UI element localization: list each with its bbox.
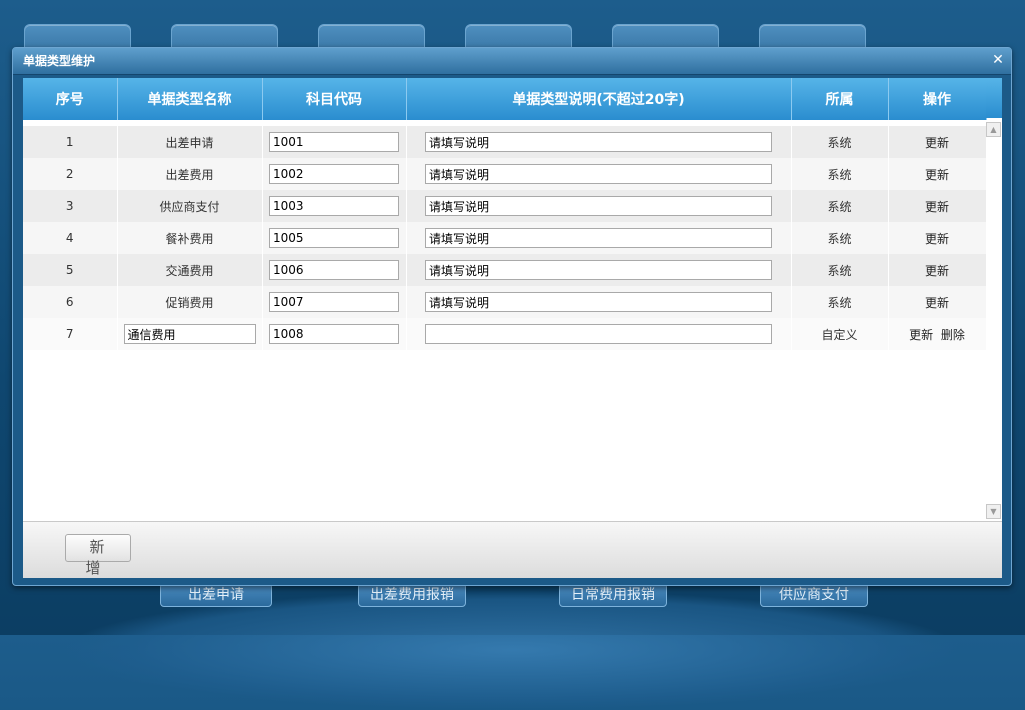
table-row: 2 出差费用 系统 更新 [23,158,987,190]
scroll-up-icon[interactable]: ▲ [986,122,1001,137]
table-row: 1 出差申请 系统 更新 [23,126,987,158]
owner: 自定义 [791,318,889,350]
row-number: 5 [23,254,118,286]
type-name: 促销费用 [117,286,263,318]
row-number: 2 [23,158,118,190]
update-link[interactable]: 更新 [925,296,949,310]
table-row: 4 餐补费用 系统 更新 [23,222,987,254]
dialog-title: 单据类型维护 [23,54,96,68]
owner: 系统 [791,254,889,286]
scroll-down-icon[interactable]: ▼ [986,504,1001,519]
column-header-no: 序号 [23,78,118,120]
owner: 系统 [791,126,889,158]
description-input[interactable] [425,292,772,312]
document-type-table: 序号 单据类型名称 科目代码 单据类型说明(不超过20字) 所属 操作 1 出差… [23,78,987,350]
table-row: 7 自定义 更新 删除 [23,318,987,350]
code-input[interactable] [269,292,399,312]
update-link[interactable]: 更新 [925,136,949,150]
table-header: 序号 单据类型名称 科目代码 单据类型说明(不超过20字) 所属 操作 [23,78,987,120]
row-number: 7 [23,318,118,350]
type-name: 供应商支付 [117,190,263,222]
description-input[interactable] [425,228,772,248]
update-link[interactable]: 更新 [925,200,949,214]
table-row: 5 交通费用 系统 更新 [23,254,987,286]
update-link[interactable]: 更新 [925,168,949,182]
type-name: 出差费用 [117,158,263,190]
row-number: 4 [23,222,118,254]
owner: 系统 [791,158,889,190]
table-row: 3 供应商支付 系统 更新 [23,190,987,222]
description-input[interactable] [425,196,772,216]
code-input[interactable] [269,260,399,280]
code-input[interactable] [269,164,399,184]
owner: 系统 [791,190,889,222]
update-link[interactable]: 更新 [925,264,949,278]
row-number: 6 [23,286,118,318]
owner: 系统 [791,286,889,318]
code-input[interactable] [269,132,399,152]
column-header-code: 科目代码 [262,78,407,120]
row-number: 3 [23,190,118,222]
description-input[interactable] [425,324,772,344]
code-input[interactable] [269,324,399,344]
background-arc [60,590,965,710]
description-input[interactable] [425,164,772,184]
column-header-description: 单据类型说明(不超过20字) [406,78,792,120]
bg-button-trip-request: 出差申请 [160,583,272,607]
close-icon[interactable]: ✕ [991,53,1005,67]
type-name-input[interactable] [123,324,256,344]
row-number: 1 [23,126,118,158]
bg-button-trip-expense: 出差费用报销 [358,583,466,607]
column-header-operations: 操作 [888,78,987,120]
type-name: 出差申请 [117,126,263,158]
column-header-owner: 所属 [791,78,889,120]
description-input[interactable] [425,132,772,152]
type-name: 餐补费用 [117,222,263,254]
description-input[interactable] [425,260,772,280]
bg-button-daily-expense: 日常费用报销 [559,583,667,607]
code-input[interactable] [269,228,399,248]
update-link[interactable]: 更新 [909,328,933,342]
dialog-content: 序号 单据类型名称 科目代码 单据类型说明(不超过20字) 所属 操作 1 出差… [23,78,1002,578]
column-header-name: 单据类型名称 [117,78,263,120]
owner: 系统 [791,222,889,254]
type-name: 交通费用 [117,254,263,286]
table-row: 6 促销费用 系统 更新 [23,286,987,318]
code-input[interactable] [269,196,399,216]
dialog-titlebar: 单据类型维护 ✕ [13,48,1011,75]
dialog-footer: 新增 [23,521,1002,578]
add-button[interactable]: 新增 [65,534,131,577]
vertical-scrollbar[interactable]: ▲ ▼ [986,120,1002,520]
bg-button-supplier-payment: 供应商支付 [760,583,868,607]
header-filler [986,78,1002,118]
update-link[interactable]: 更新 [925,232,949,246]
delete-link[interactable]: 删除 [941,328,965,342]
document-type-dialog: 单据类型维护 ✕ 序号 单据类型名称 科目代码 单据类型说明(不超过20字) 所… [12,47,1012,586]
